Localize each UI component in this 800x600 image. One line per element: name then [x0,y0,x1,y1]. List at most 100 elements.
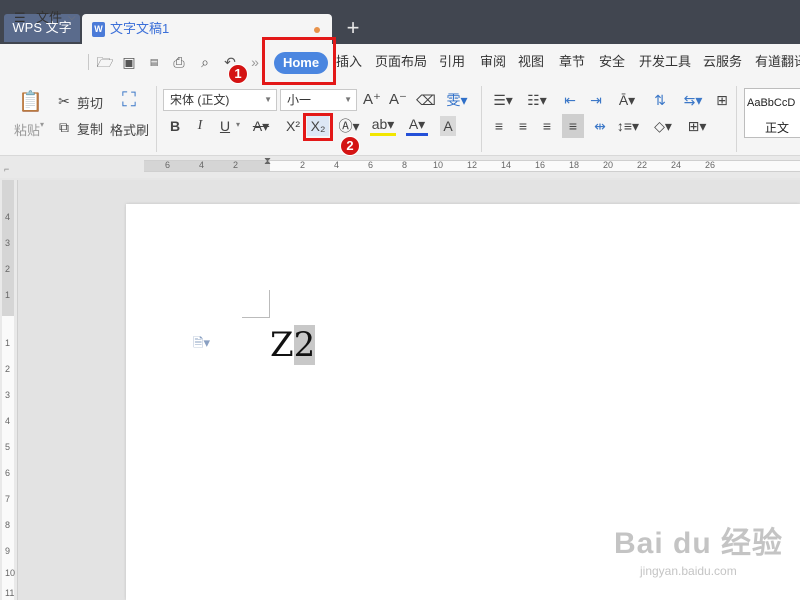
numbered-list-icon[interactable]: ☷▾ [524,90,550,110]
indent-marker-icon[interactable]: ⧗ [264,156,271,167]
strikethrough-icon[interactable]: A▾ [250,116,272,136]
phonetic-guide-icon[interactable]: 雯▾ [444,90,470,110]
borders-icon[interactable]: ⊞▾ [684,116,710,136]
annotation-badge-2: 2 [340,136,360,156]
menu-references[interactable]: 引用 [439,44,465,80]
font-color-icon[interactable]: A▾ [406,116,428,136]
print-preview-icon[interactable]: ⌕ [196,54,214,70]
decrease-indent-icon[interactable]: ⇤ [560,90,580,110]
ruler-number: 24 [671,160,682,170]
unsaved-dot-icon [314,27,320,33]
new-tab-button[interactable]: + [342,14,364,42]
font-size-value: 小一 [287,93,312,107]
selected-text[interactable]: 2 [293,325,316,365]
menu-chapter[interactable]: 章节 [559,44,585,80]
print-icon[interactable]: ⎙ [170,54,188,70]
format-painter-icon[interactable]: ⛶ [118,90,140,110]
text-z[interactable]: Z [270,325,294,365]
hamburger-icon[interactable]: ☰ [14,0,26,36]
font-name-select[interactable]: 宋体 (正文) ▼ [163,89,277,111]
bullet-list-icon[interactable]: ☰▾ [490,90,516,110]
ruler-number: 5 [5,442,11,452]
ruler-number: 4 [5,212,11,222]
align-left-icon[interactable]: ≡ [490,116,508,136]
ruler-number: 7 [5,494,11,504]
clear-format-icon[interactable]: ⌫ [416,90,436,110]
ruler-number: 2 [5,264,11,274]
ribbon-separator [736,86,737,152]
menu-insert[interactable]: 插入 [336,44,362,80]
paste-icon[interactable]: 📋 [18,92,43,112]
ruler-number: 3 [5,390,11,400]
tab-document-label: 文字文稿1 [110,21,170,36]
italic-button[interactable]: I [192,116,208,136]
cut-label[interactable]: 剪切 [77,93,103,112]
ruler-number: 3 [5,238,11,248]
save-icon[interactable]: ▣ [120,54,138,70]
ruler-number: 22 [637,160,648,170]
paste-dropdown-icon[interactable]: ▾ [40,120,44,129]
copy-icon[interactable]: ⧉ [56,117,72,137]
shading-icon[interactable]: ◇▾ [650,116,676,136]
format-painter-label[interactable]: 格式刷 [110,120,149,139]
ruler-number: 11 [5,588,15,598]
ruler-number: 6 [368,160,374,170]
superscript-button[interactable]: X² [282,116,304,136]
menu-view[interactable]: 视图 [518,44,544,80]
paragraph-layout-icon[interactable]: 🗎▾ [193,334,210,356]
menu-developer[interactable]: 开发工具 [639,44,691,80]
paste-label[interactable]: 粘贴 [14,120,40,139]
ruler-number: 8 [5,520,11,530]
copy-label[interactable]: 复制 [77,119,103,138]
style-gallery-normal[interactable]: AaBbCcD 正文 [744,88,800,138]
file-dropdown-icon[interactable]: ⌵ [68,0,76,36]
chinese-layout-icon[interactable]: Ā▾ [614,90,640,110]
menu-youdao[interactable]: 有道翻译 [755,44,800,80]
export-pdf-icon[interactable]: ▤ [145,54,163,70]
text-effect-icon[interactable]: Ⓐ▾ [337,116,361,136]
document-icon: W [92,22,105,37]
ruler-number: 2 [5,364,11,374]
scissors-icon[interactable]: ✂ [56,91,72,111]
underline-dropdown-icon[interactable]: ▾ [236,120,240,129]
menu-security[interactable]: 安全 [599,44,625,80]
align-center-icon[interactable]: ≡ [514,116,532,136]
ruler-number: 1 [5,338,11,348]
grow-font-icon[interactable]: A⁺ [362,90,382,110]
chevron-down-icon: ▼ [344,95,352,104]
ruler-number: 4 [199,160,205,170]
ribbon-separator [481,86,482,152]
ruler-number: 12 [467,160,478,170]
menu-file[interactable]: 文件 [36,0,62,36]
character-shading-icon[interactable]: A [440,116,456,136]
font-name-value: 宋体 (正文) [170,93,230,107]
annotation-box-subscript [303,113,333,141]
font-size-select[interactable]: 小一 ▼ [280,89,357,111]
chevron-down-icon: ▼ [264,95,272,104]
show-hide-marks-icon[interactable]: ⇆▾ [680,90,706,110]
ruler-number: 18 [569,160,580,170]
ruler-number: 4 [5,416,11,426]
document-text[interactable]: Z2 [270,322,316,368]
tab-stop-selector-icon[interactable]: ⌐ [4,164,9,174]
baidu-watermark-url: jingyan.baidu.com [640,564,737,578]
distribute-icon[interactable]: ⇹ [590,116,610,136]
highlight-color-icon[interactable]: ab▾ [370,116,396,136]
ruler-number: 20 [603,160,614,170]
sort-icon[interactable]: ⇅ [650,90,670,110]
line-spacing-icon[interactable]: ↕≡▾ [614,116,642,136]
bold-button[interactable]: B [166,116,184,136]
annotation-box-home [262,37,336,85]
ruler-number: 4 [334,160,340,170]
ruler-number: 2 [300,160,306,170]
table-borders-icon[interactable]: ⊞ [712,90,732,110]
menu-cloud[interactable]: 云服务 [703,44,742,80]
align-right-icon[interactable]: ≡ [538,116,556,136]
open-folder-icon[interactable]: 🗁 [96,54,114,70]
underline-button[interactable]: U [216,116,234,136]
shrink-font-icon[interactable]: A⁻ [388,90,408,110]
menu-page-layout[interactable]: 页面布局 [375,44,427,80]
menu-review[interactable]: 审阅 [480,44,506,80]
increase-indent-icon[interactable]: ⇥ [586,90,606,110]
justify-icon[interactable]: ≡ [562,114,584,138]
